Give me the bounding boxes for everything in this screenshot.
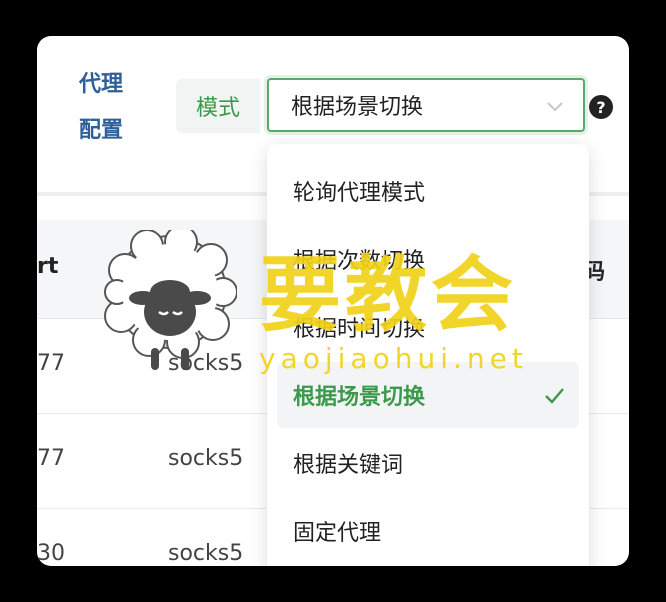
watermark-title: 要教会: [259, 248, 518, 343]
column-header-port: rt: [37, 254, 59, 279]
menu-item-round-robin[interactable]: 轮询代理模式: [277, 158, 579, 224]
mode-select[interactable]: 根据场景切换: [267, 78, 585, 132]
menu-item-label: 固定代理: [293, 521, 382, 546]
menu-item-label: 轮询代理模式: [293, 181, 426, 206]
menu-item-by-keyword[interactable]: 根据关键词: [277, 430, 579, 496]
mode-label: 模式: [176, 79, 261, 133]
chevron-down-icon: [547, 102, 563, 112]
help-icon[interactable]: ?: [589, 95, 613, 119]
menu-item-fixed-proxy[interactable]: 固定代理: [277, 498, 579, 564]
proxy-config-label: 代理 配置: [79, 72, 124, 143]
menu-item-label: 根据关键词: [293, 453, 404, 478]
menu-item-label: 根据场景切换: [293, 385, 426, 410]
port-cell: 77: [37, 446, 65, 471]
mode-field: 模式: [176, 78, 261, 134]
mode-select-value: 根据场景切换: [291, 95, 424, 120]
checkmark-icon: [545, 388, 564, 404]
sheep-logo-icon: [104, 230, 237, 370]
port-cell: 77: [37, 351, 65, 376]
watermark-url: yaojiaohui.net: [259, 342, 528, 375]
proxy-settings-window: 代理 配置 模式 根据场景切换 ? rt 类型 码 77 socks5 77 s…: [37, 36, 629, 566]
type-cell: socks5: [168, 541, 244, 566]
type-cell: socks5: [168, 446, 244, 471]
port-cell: 30: [37, 541, 65, 566]
